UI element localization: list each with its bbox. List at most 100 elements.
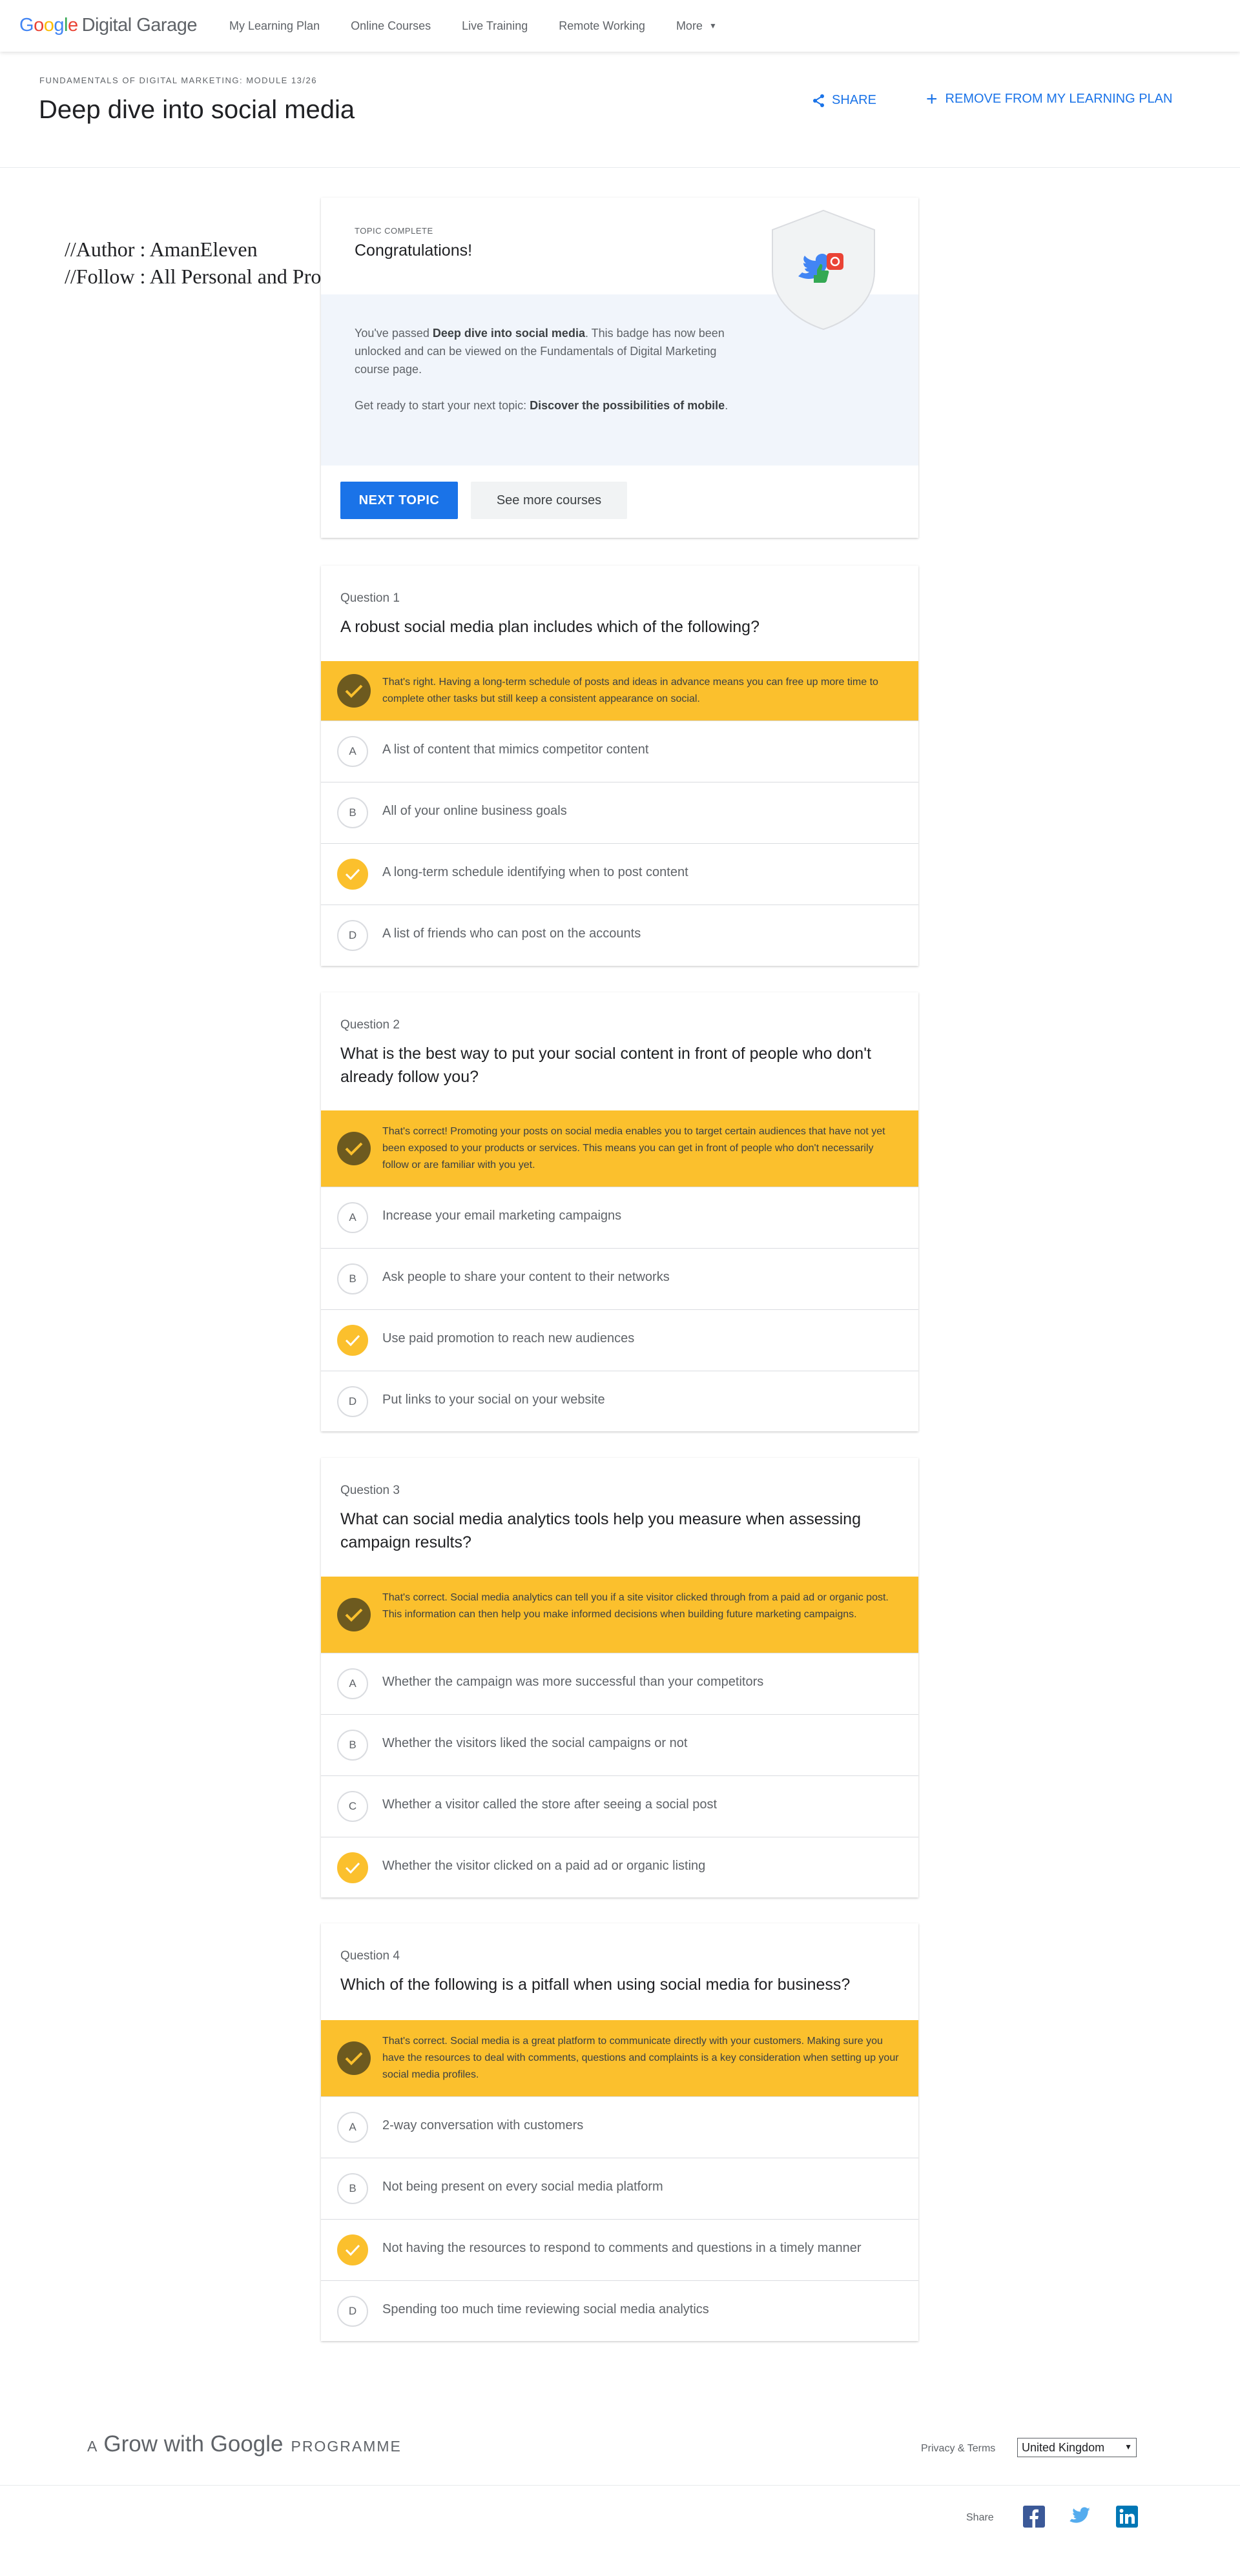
logo-google-wordmark: Google — [19, 15, 78, 36]
answer-option-d[interactable]: D A list of friends who can post on the … — [321, 905, 918, 965]
module-breadcrumb: FUNDAMENTALS OF DIGITAL MARKETING: MODUL… — [39, 76, 317, 85]
answer-option-c[interactable]: C Whether a visitor called the store aft… — [321, 1775, 918, 1836]
correct-check-icon — [337, 1852, 368, 1883]
answer-feedback: That's right. Having a long-term schedul… — [321, 661, 918, 721]
answer-feedback: That's correct! Promoting your posts on … — [321, 1110, 918, 1187]
social-media-badge-icon — [772, 209, 875, 331]
answer-option-c-correct[interactable]: Use paid promotion to reach new audience… — [321, 1309, 918, 1370]
option-letter: B — [337, 1263, 368, 1294]
chevron-down-icon: ▼ — [708, 21, 717, 30]
option-text: All of your online business goals — [382, 804, 567, 818]
page-title: Deep dive into social media — [39, 96, 355, 124]
option-letter: D — [337, 2296, 368, 2327]
option-letter: D — [337, 920, 368, 951]
nav-live-training[interactable]: Live Training — [462, 19, 528, 33]
option-text: Ask people to share your content to thei… — [382, 1270, 670, 1284]
privacy-terms-link[interactable]: Privacy & Terms — [921, 2443, 995, 2455]
answer-option-a[interactable]: A 2-way conversation with customers — [321, 2096, 918, 2157]
option-text: Whether the visitor clicked on a paid ad… — [382, 1859, 706, 1873]
answer-option-b[interactable]: B Ask people to share your content to th… — [321, 1248, 918, 1309]
plus-icon: + — [926, 88, 938, 110]
answer-option-a[interactable]: A Whether the campaign was more successf… — [321, 1653, 918, 1713]
answer-feedback: That's correct. Social media analytics c… — [321, 1577, 918, 1653]
answer-option-b[interactable]: B Whether the visitors liked the social … — [321, 1714, 918, 1775]
check-icon — [337, 674, 371, 708]
question-text: Which of the following is a pitfall when… — [340, 1976, 851, 1994]
answer-option-a[interactable]: A A list of content that mimics competit… — [321, 721, 918, 781]
option-letter: A — [337, 2112, 368, 2143]
question-text: What can social media analytics tools he… — [340, 1510, 861, 1551]
option-text: A list of content that mimics competitor… — [382, 742, 649, 757]
question-card-4: Question 4 Which of the following is a p… — [321, 1923, 918, 2341]
logo-programme: PROGRAMME — [291, 2438, 402, 2455]
footer-share-label: Share — [966, 2512, 994, 2523]
check-icon — [337, 2041, 371, 2075]
topic-complete-label: TOPIC COMPLETE — [355, 226, 433, 236]
nav-remote-working[interactable]: Remote Working — [559, 19, 645, 33]
question-card-3: Question 3 What can social media analyti… — [321, 1458, 918, 1897]
option-text: Use paid promotion to reach new audience… — [382, 1331, 635, 1345]
next-topic-message: Get ready to start your next topic: Disc… — [355, 399, 728, 412]
linkedin-icon[interactable] — [1116, 2506, 1138, 2528]
page-header: FUNDAMENTALS OF DIGITAL MARKETING: MODUL… — [0, 52, 1240, 168]
twitter-icon[interactable] — [1069, 2506, 1091, 2528]
question-number: Question 2 — [340, 1018, 400, 1032]
option-text: Put links to your social on your website — [382, 1393, 605, 1407]
answer-option-d[interactable]: D Put links to your social on your websi… — [321, 1371, 918, 1431]
answer-option-c-correct[interactable]: A long-term schedule identifying when to… — [321, 843, 918, 904]
option-text: Whether the visitors liked the social ca… — [382, 1736, 688, 1750]
nav-more-label: More — [676, 19, 703, 32]
option-letter: B — [337, 2173, 368, 2204]
nav-more-menu[interactable]: More ▼ — [676, 19, 717, 33]
check-icon — [337, 1598, 371, 1631]
see-more-courses-button[interactable]: See more courses — [471, 482, 627, 519]
option-text: A long-term schedule identifying when to… — [382, 865, 688, 879]
option-text: Not having the resources to respond to c… — [382, 2241, 862, 2255]
option-letter: D — [337, 1386, 368, 1417]
nav-my-learning-plan[interactable]: My Learning Plan — [229, 19, 320, 33]
question-number: Question 4 — [340, 1949, 400, 1963]
next-topic-button[interactable]: NEXT TOPIC — [340, 482, 458, 519]
answer-option-c-correct[interactable]: Not having the resources to respond to c… — [321, 2219, 918, 2280]
share-label: SHARE — [832, 93, 876, 107]
correct-check-icon — [337, 859, 368, 890]
check-icon — [337, 1132, 371, 1165]
share-button[interactable]: SHARE — [812, 93, 876, 108]
logo-main: Grow with Google — [103, 2431, 284, 2457]
region-select[interactable]: United Kingdom ▼ — [1017, 2438, 1137, 2457]
option-letter: B — [337, 797, 368, 828]
answer-option-d[interactable]: D Spending too much time reviewing socia… — [321, 2280, 918, 2341]
correct-check-icon — [337, 1325, 368, 1356]
logo-product-name: Digital Garage — [81, 15, 198, 36]
top-navigation: Google Digital Garage My Learning Plan On… — [0, 0, 1240, 52]
option-text: Spending too much time reviewing social … — [382, 2302, 709, 2316]
question-card-1: Question 1 A robust social media plan in… — [321, 566, 918, 966]
region-select-value: United Kingdom — [1022, 2440, 1105, 2454]
option-text: Not being present on every social media … — [382, 2180, 663, 2194]
grow-with-google-logo[interactable]: A Grow with Google PROGRAMME — [87, 2431, 402, 2457]
digital-garage-logo[interactable]: Google Digital Garage — [19, 15, 197, 36]
answer-option-d-correct[interactable]: Whether the visitor clicked on a paid ad… — [321, 1837, 918, 1897]
author-overlay-text: //Author : AmanEleven — [65, 238, 258, 261]
question-text: A robust social media plan includes whic… — [340, 618, 760, 636]
option-text: 2-way conversation with customers — [382, 2118, 584, 2132]
remove-from-plan-button[interactable]: + REMOVE FROM MY LEARNING PLAN — [926, 88, 1173, 110]
option-text: Whether a visitor called the store after… — [382, 1797, 718, 1812]
answer-option-b[interactable]: B All of your online business goals — [321, 782, 918, 843]
nav-online-courses[interactable]: Online Courses — [351, 19, 431, 33]
option-letter: B — [337, 1730, 368, 1761]
option-text: Increase your email marketing campaigns — [382, 1209, 622, 1223]
feedback-text: That's correct. Social media is a great … — [382, 2036, 899, 2080]
answer-option-b[interactable]: B Not being present on every social medi… — [321, 2158, 918, 2218]
footer: A Grow with Google PROGRAMME Privacy & T… — [0, 2407, 1240, 2486]
facebook-icon[interactable] — [1023, 2506, 1045, 2528]
answer-option-a[interactable]: A Increase your email marketing campaign… — [321, 1187, 918, 1247]
question-text: What is the best way to put your social … — [340, 1045, 871, 1086]
footer-share-bar: Share — [0, 2486, 1240, 2576]
option-letter: C — [337, 1791, 368, 1822]
feedback-text: That's correct! Promoting your posts on … — [382, 1126, 885, 1170]
question-card-2: Question 2 What is the best way to put y… — [321, 992, 918, 1431]
congratulations-heading: Congratulations! — [355, 241, 473, 260]
remove-label: REMOVE FROM MY LEARNING PLAN — [945, 92, 1173, 106]
nav-links: My Learning Plan Online Courses Live Tra… — [229, 0, 748, 52]
